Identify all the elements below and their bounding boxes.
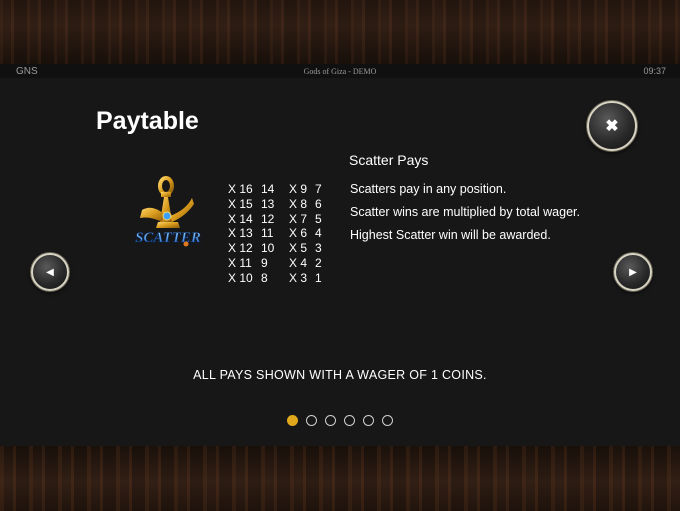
pay-count: X 3 xyxy=(289,270,308,285)
scatter-symbol-label: SCATTER xyxy=(135,230,201,246)
pay-count: X 15 xyxy=(228,196,253,211)
pay-win: 13 xyxy=(261,196,275,211)
pay-count: X 4 xyxy=(289,255,308,270)
pay-count: X 10 xyxy=(228,270,253,285)
background-top xyxy=(0,0,680,64)
clock: 09:37 xyxy=(643,66,666,76)
arrow-left-icon: ◀ xyxy=(46,266,54,278)
pay-count: X 6 xyxy=(289,226,308,241)
pay-win: 6 xyxy=(315,196,322,211)
pay-win: 4 xyxy=(315,226,322,241)
background-bottom xyxy=(0,446,680,511)
pay-count: X 7 xyxy=(289,211,308,226)
pay-win: 10 xyxy=(261,241,275,256)
pay-win: 11 xyxy=(261,226,274,241)
pay-win: 8 xyxy=(261,270,268,285)
pay-win: 9 xyxy=(261,255,268,270)
close-button[interactable]: ✖ xyxy=(587,101,637,151)
pay-count: X 12 xyxy=(228,241,253,256)
page-dot[interactable] xyxy=(306,415,317,426)
next-page-button[interactable]: ▶ xyxy=(614,253,652,291)
page-dot[interactable] xyxy=(363,415,374,426)
page-dot[interactable] xyxy=(344,415,355,426)
close-icon: ✖ xyxy=(605,118,619,135)
rule-text: Scatters pay in any position. xyxy=(350,182,507,196)
pay-count: X 5 xyxy=(289,241,308,256)
pay-count: X 16 xyxy=(228,182,253,196)
pay-win: 12 xyxy=(261,211,275,226)
status-bar: GNS Gods of Giza - DEMO 09:37 xyxy=(0,64,680,78)
page-title: Paytable xyxy=(96,107,199,135)
page-dot[interactable] xyxy=(382,415,393,426)
pay-win: 2 xyxy=(315,255,322,270)
rule-text: Scatter wins are multiplied by total wag… xyxy=(350,205,580,219)
pay-win: 3 xyxy=(315,241,322,256)
pay-win: 1 xyxy=(315,270,322,285)
pay-count: X 8 xyxy=(289,196,308,211)
wager-note: ALL PAYS SHOWN WITH A WAGER OF 1 COINS. xyxy=(193,368,487,382)
page-dot[interactable] xyxy=(325,415,336,426)
scatter-symbol: SCATTER xyxy=(135,176,201,247)
pay-win: 7 xyxy=(315,182,322,196)
page-dot[interactable] xyxy=(287,415,298,426)
pay-count: X 13 xyxy=(228,226,253,241)
prev-page-button[interactable]: ◀ xyxy=(31,253,69,291)
rule-text: Highest Scatter win will be awarded. xyxy=(350,228,551,242)
game-title: Gods of Giza - DEMO xyxy=(303,67,377,76)
arrow-right-icon: ▶ xyxy=(629,266,637,278)
pay-win: 5 xyxy=(315,211,322,226)
pay-win: 14 xyxy=(261,182,275,196)
scatter-pays-heading: Scatter Pays xyxy=(349,152,429,168)
pay-count: X 11 xyxy=(228,255,252,270)
pay-count: X 14 xyxy=(228,211,253,226)
scatter-rules: Scatters pay in any position. Scatter wi… xyxy=(350,182,580,251)
pay-count: X 9 xyxy=(289,182,308,196)
